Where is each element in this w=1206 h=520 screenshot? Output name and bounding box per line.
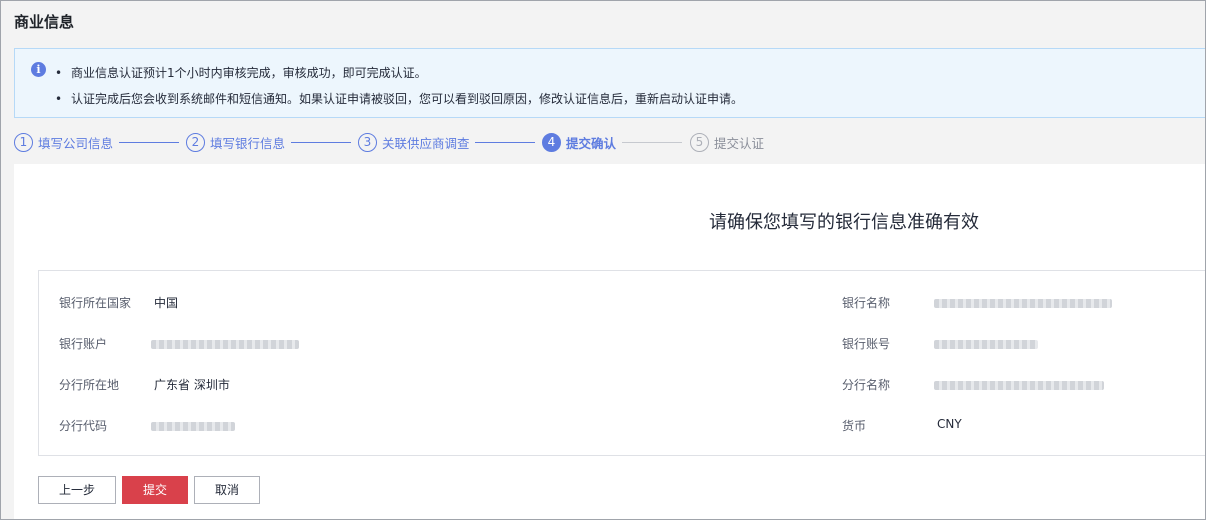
prev-step-button[interactable]: 上一步 [38, 476, 116, 504]
field-value-redacted [151, 338, 299, 352]
field-label: 银行账户 [59, 337, 108, 351]
step-2: 2 填写银行信息 [186, 132, 285, 152]
step-label: 填写公司信息 [38, 135, 114, 151]
cancel-button[interactable]: 取消 [194, 476, 260, 504]
field-value: CNY [937, 417, 962, 431]
step-4: 4 提交确认 [542, 132, 616, 152]
step-connector [291, 142, 351, 143]
step-number: 1 [14, 132, 33, 152]
step-connector [475, 142, 535, 143]
bullet: • [55, 92, 63, 106]
bank-info-box: 银行所在国家 中国 银行账户 分行所在地 广东省 深圳市 分行代码 银行名称 银… [38, 270, 1205, 456]
field-label: 分行名称 [842, 378, 891, 392]
field-value-redacted [934, 338, 1038, 352]
field-label: 货币 [842, 419, 867, 433]
step-connector [622, 142, 682, 143]
field-label: 分行代码 [59, 419, 108, 433]
step-label: 关联供应商调查 [382, 135, 470, 151]
step-5: 5 提交认证 [690, 132, 764, 152]
step-label: 提交确认 [566, 135, 617, 151]
step-label: 填写银行信息 [210, 135, 286, 151]
confirm-card: 请确保您填写的银行信息准确有效 银行所在国家 中国 银行账户 分行所在地 广东省… [14, 164, 1205, 519]
bullet: • [55, 66, 63, 80]
notice-line: • 认证完成后您会收到系统邮件和短信通知。如果认证申请被驳回，您可以看到驳回原因，… [55, 90, 743, 107]
step-number: 3 [358, 132, 377, 152]
submit-button[interactable]: 提交 [122, 476, 188, 504]
field-label: 银行所在国家 [59, 296, 132, 310]
step-number: 2 [186, 132, 205, 152]
step-number: 4 [542, 132, 561, 152]
field-value-redacted [151, 420, 235, 434]
step-3: 3 关联供应商调查 [358, 132, 470, 152]
info-icon: i [31, 62, 46, 77]
confirm-title: 请确保您填写的银行信息准确有效 [709, 212, 979, 233]
step-1: 1 填写公司信息 [14, 132, 113, 152]
notice-text: 商业信息认证预计1个小时内审核完成，审核成功，即可完成认证。 [71, 66, 427, 80]
field-label: 银行账号 [842, 337, 891, 351]
info-notice: i • 商业信息认证预计1个小时内审核完成，审核成功，即可完成认证。 • 认证完成后… [14, 48, 1205, 118]
field-value-redacted [934, 379, 1104, 393]
field-value: 广东省 深圳市 [154, 378, 230, 392]
step-connector [119, 142, 179, 143]
step-label: 提交认证 [714, 135, 765, 151]
step-number: 5 [690, 132, 709, 152]
field-label: 银行名称 [842, 296, 891, 310]
field-value-redacted [934, 297, 1112, 311]
notice-text: 认证完成后您会收到系统邮件和短信通知。如果认证申请被驳回，您可以看到驳回原因，修… [71, 92, 744, 106]
notice-line: • 商业信息认证预计1个小时内审核完成，审核成功，即可完成认证。 [55, 64, 427, 81]
page-title: 商业信息 [14, 13, 75, 31]
field-label: 分行所在地 [59, 378, 120, 392]
field-value: 中国 [154, 296, 179, 310]
progress-steps: 1 填写公司信息 2 填写银行信息 3 关联供应商调查 4 提交确认 5 提交认… [14, 132, 1204, 154]
app-frame: 商业信息 i • 商业信息认证预计1个小时内审核完成，审核成功，即可完成认证。 •… [0, 0, 1206, 520]
